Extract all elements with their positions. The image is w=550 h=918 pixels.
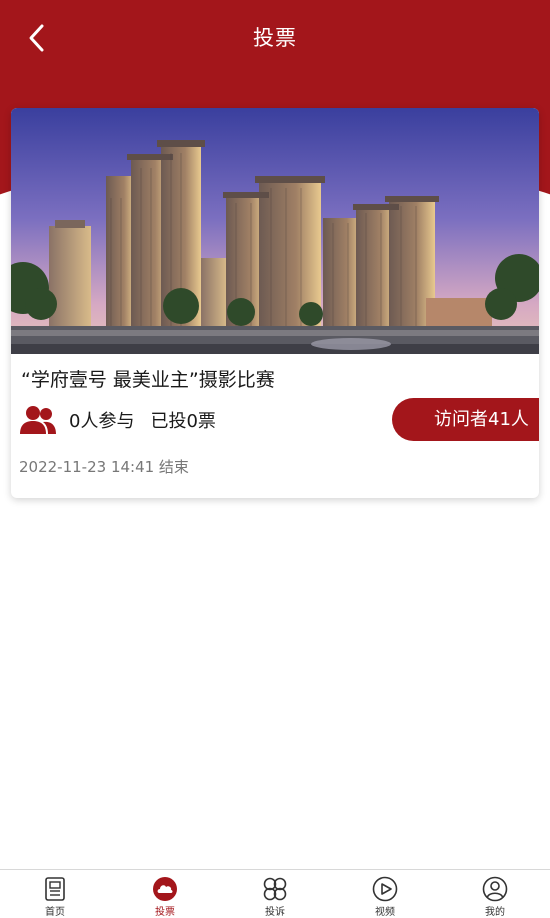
tab-complaint[interactable]: 投诉	[220, 870, 330, 918]
tab-mine[interactable]: 我的	[440, 870, 550, 918]
tab-vote-label: 投票	[155, 907, 175, 918]
votes-count: 已投0票	[150, 411, 216, 432]
bottom-tabbar: 首页 投票 投诉 视频 我的	[0, 869, 550, 918]
vote-icon	[153, 877, 177, 901]
clover-icon	[263, 877, 287, 901]
newspaper-icon	[45, 877, 65, 901]
cover-photo	[11, 108, 539, 354]
contest-title: “学府壹号 最美业主”摄影比赛	[21, 369, 275, 391]
people-icon	[20, 406, 56, 434]
tab-mine-label: 我的	[485, 907, 505, 918]
tab-home[interactable]: 首页	[0, 870, 110, 918]
tab-video[interactable]: 视频	[330, 870, 440, 918]
tab-home-label: 首页	[45, 907, 65, 918]
tab-video-label: 视频	[375, 907, 395, 918]
tab-complaint-label: 投诉	[265, 907, 285, 918]
app-screen: 投票 “学府壹号 最美业主”摄影比赛 0人参与 已投0票 访问者41人 2022…	[0, 0, 550, 918]
page-title: 投票	[253, 26, 297, 50]
navbar: 投票	[0, 0, 550, 76]
user-icon	[482, 876, 508, 902]
tab-vote[interactable]: 投票	[110, 870, 220, 918]
participants-count: 0人参与	[69, 411, 135, 432]
visitor-badge: 访问者41人	[392, 398, 539, 441]
end-time: 2022-11-23 14:41 结束	[19, 458, 189, 476]
stats-row: 0人参与 已投0票	[19, 402, 232, 438]
play-icon	[372, 876, 398, 902]
vote-card[interactable]: “学府壹号 最美业主”摄影比赛 0人参与 已投0票 访问者41人 2022-11…	[11, 108, 539, 498]
